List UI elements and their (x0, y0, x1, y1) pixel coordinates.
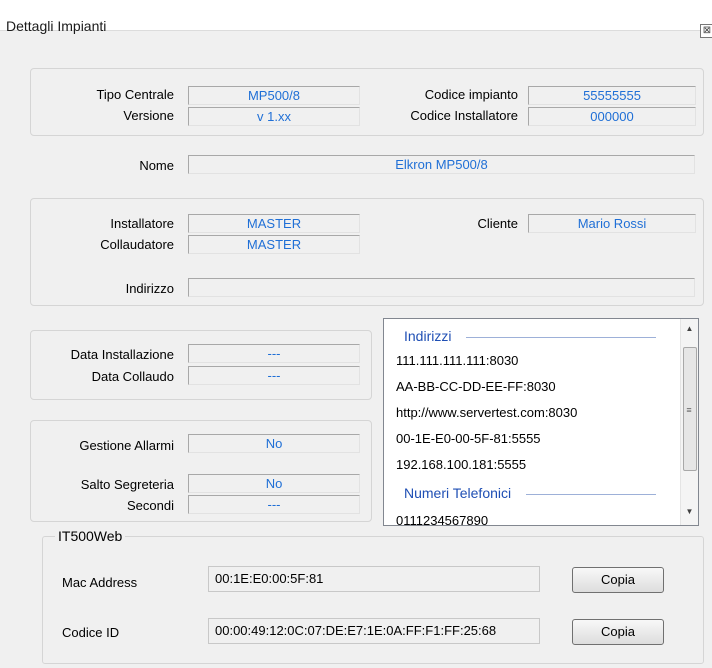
scroll-up-icon[interactable]: ▲ (681, 324, 698, 333)
window-title: Dettagli Impianti (6, 18, 107, 34)
tipo-centrale-field: MP500/8 (188, 86, 360, 105)
data-installazione-field: --- (188, 344, 360, 363)
scroll-down-icon[interactable]: ▼ (681, 507, 698, 516)
list-item[interactable]: 111.111.111.111:8030 (396, 353, 518, 368)
cliente-label: Cliente (477, 216, 518, 231)
data-installazione-label: Data Installazione (70, 347, 174, 362)
indirizzi-divider (466, 337, 656, 338)
numeri-divider (526, 494, 656, 495)
indirizzo-label: Indirizzo (125, 281, 174, 296)
numeri-section-title: Numeri Telefonici (404, 485, 512, 501)
secondi-field: --- (188, 495, 360, 514)
versione-label: Versione (123, 108, 174, 123)
secondi-label: Secondi (127, 498, 174, 513)
listbox-scrollbar[interactable]: ▲ ≡ ▼ (680, 319, 698, 525)
codice-impianto-label: Codice impianto (424, 87, 518, 102)
salto-segreteria-field: No (188, 474, 360, 493)
installatore-label: Installatore (110, 216, 174, 231)
codice-installatore-field: 000000 (528, 107, 696, 126)
mac-address-label: Mac Address (62, 575, 138, 590)
nome-label: Nome (139, 158, 174, 173)
mac-address-field[interactable]: 00:1E:E0:00:5F:81 (208, 566, 540, 592)
list-item[interactable]: 00-1E-E0-00-5F-81:5555 (396, 431, 541, 446)
tipo-centrale-label: Tipo Centrale (96, 87, 174, 102)
collaudatore-field: MASTER (188, 235, 360, 254)
addresses-listbox[interactable]: Indirizzi 111.111.111.111:8030 AA-BB-CC-… (383, 318, 699, 526)
list-item[interactable]: http://www.servertest.com:8030 (396, 405, 577, 420)
scrollbar-grip-icon: ≡ (686, 405, 692, 415)
indirizzo-field (188, 278, 695, 297)
codice-id-field[interactable]: 00:00:49:12:0C:07:DE:E7:1E:0A:FF:F1:FF:2… (208, 618, 540, 644)
gestione-allarmi-label: Gestione Allarmi (79, 438, 174, 453)
list-item[interactable]: 192.168.100.181:5555 (396, 457, 526, 472)
codice-impianto-field: 55555555 (528, 86, 696, 105)
installatore-field: MASTER (188, 214, 360, 233)
nome-field: Elkron MP500/8 (188, 155, 695, 174)
collaudatore-label: Collaudatore (100, 237, 174, 252)
data-collaudo-field: --- (188, 366, 360, 385)
codice-installatore-label: Codice Installatore (410, 108, 518, 123)
versione-field: v 1.xx (188, 107, 360, 126)
title-bar: Dettagli Impianti ⊠ (0, 0, 712, 38)
list-item[interactable]: 0111234567890 (396, 513, 488, 525)
data-collaudo-label: Data Collaudo (91, 369, 174, 384)
salto-segreteria-label: Salto Segreteria (80, 477, 174, 492)
copy-mac-button[interactable]: Copia (572, 567, 664, 593)
list-item[interactable]: AA-BB-CC-DD-EE-FF:8030 (396, 379, 556, 394)
dates-group (30, 330, 372, 400)
indirizzi-section-title: Indirizzi (404, 328, 452, 344)
codice-id-label: Codice ID (62, 625, 120, 640)
close-icon[interactable]: ⊠ (700, 24, 712, 38)
it500web-group-title: IT500Web (55, 528, 126, 544)
gestione-allarmi-field: No (188, 434, 360, 453)
cliente-field: Mario Rossi (528, 214, 696, 233)
copy-id-button[interactable]: Copia (572, 619, 664, 645)
